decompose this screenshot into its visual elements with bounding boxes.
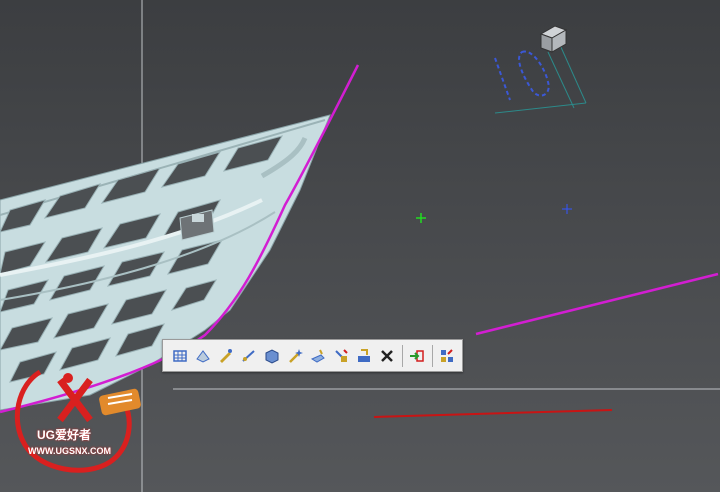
tool-block-icon[interactable] (261, 345, 283, 367)
watermark-url: WWW.UGSNX.COM (28, 446, 111, 456)
tool-magic-icon[interactable] (284, 345, 306, 367)
tool-move-icon[interactable] (353, 345, 375, 367)
red-line[interactable] (373, 409, 613, 418)
point-marker (562, 204, 572, 214)
close-icon[interactable] (376, 345, 398, 367)
tool-link-icon[interactable] (238, 345, 260, 367)
origin-marker (416, 213, 426, 223)
toolbar-separator (432, 344, 433, 367)
floating-toolbar (162, 339, 463, 372)
tool-surface-icon[interactable] (192, 345, 214, 367)
dimension-annotation[interactable] (494, 25, 587, 114)
tool-layout-icon[interactable] (436, 345, 458, 367)
toolbar-separator (402, 344, 403, 367)
tool-hand-icon[interactable] (307, 345, 329, 367)
cube-icon (539, 25, 568, 53)
tool-edit-icon[interactable] (215, 345, 237, 367)
watermark-brand-text: UG爱好者 (37, 428, 92, 442)
magenta-line[interactable] (475, 272, 719, 336)
tool-transform-icon[interactable] (330, 345, 352, 367)
graphics-viewport[interactable] (0, 0, 720, 492)
tool-export-icon[interactable] (406, 345, 428, 367)
tool-layer-icon[interactable] (169, 345, 191, 367)
